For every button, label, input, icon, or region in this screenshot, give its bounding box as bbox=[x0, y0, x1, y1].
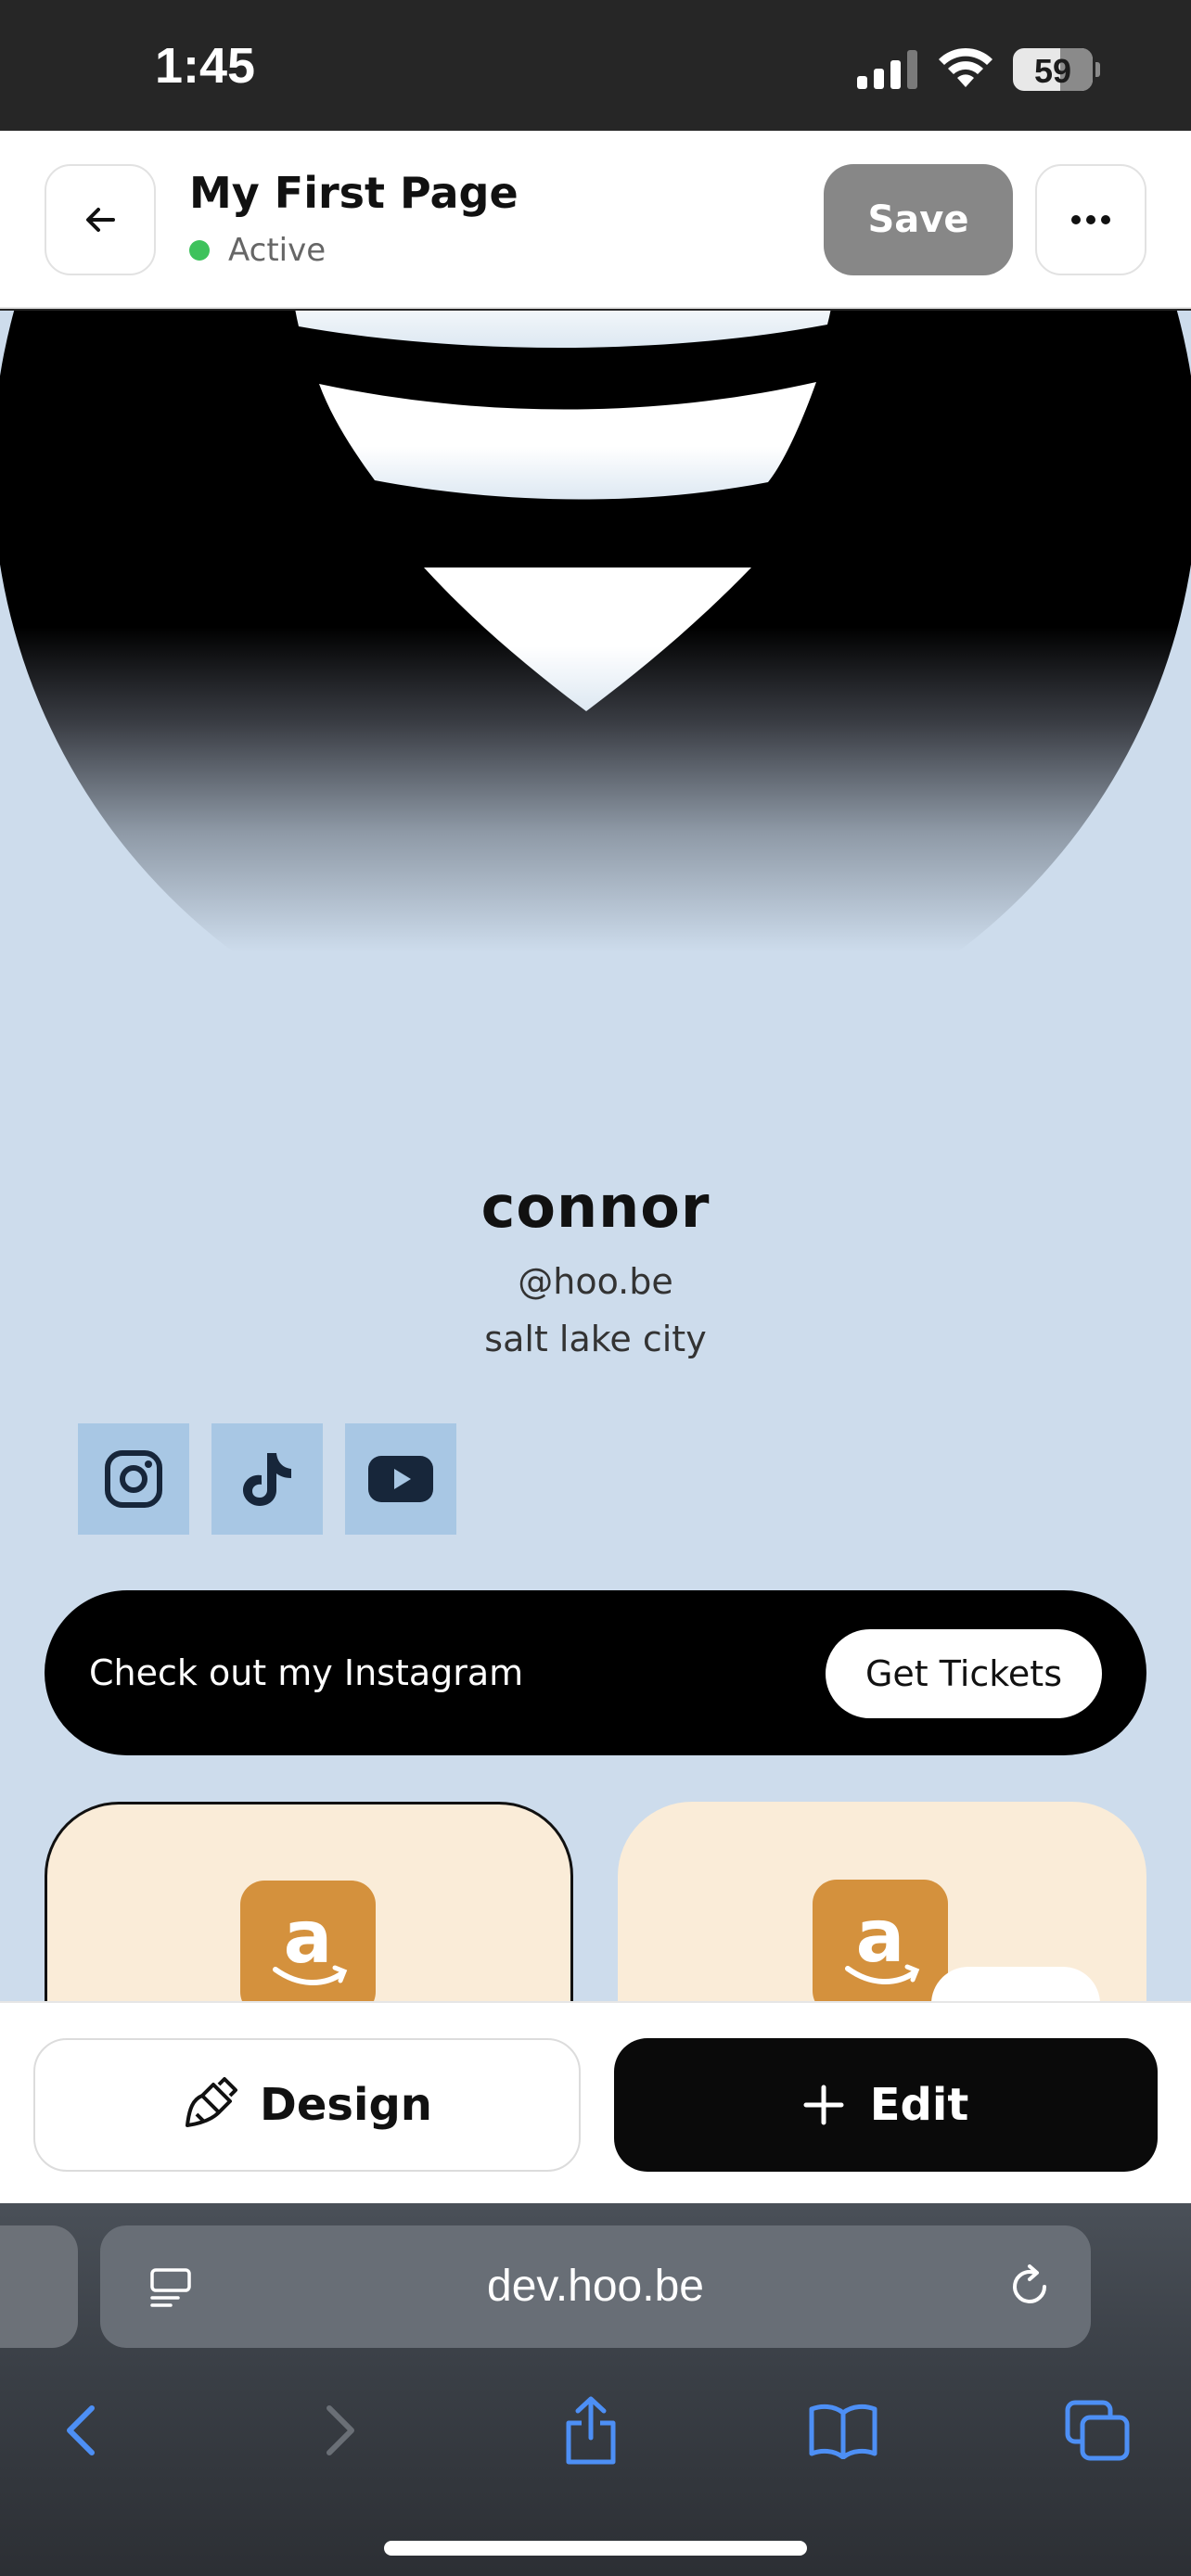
youtube-icon bbox=[368, 1456, 433, 1502]
profile-name: connor bbox=[480, 1173, 711, 1241]
back-nav-button[interactable] bbox=[30, 2379, 132, 2481]
browser-toolbar bbox=[0, 2379, 1191, 2481]
tabs-icon bbox=[1065, 2400, 1130, 2461]
edit-label: Edit bbox=[869, 2079, 969, 2131]
status-time: 1:45 bbox=[155, 38, 256, 94]
paintbrush-icon bbox=[186, 2077, 238, 2127]
forward-nav-button[interactable] bbox=[289, 2379, 391, 2481]
share-button[interactable] bbox=[540, 2379, 642, 2481]
page-title: My First Page bbox=[189, 168, 519, 218]
editor-action-bar: Design Edit bbox=[0, 2001, 1191, 2203]
bookmarks-button[interactable] bbox=[792, 2379, 894, 2481]
more-options-button[interactable] bbox=[1035, 164, 1146, 275]
reload-icon[interactable] bbox=[1005, 2263, 1054, 2311]
address-bar[interactable]: dev.hoo.be bbox=[100, 2225, 1091, 2348]
plus-icon bbox=[803, 2085, 844, 2125]
instagram-icon bbox=[105, 1450, 162, 1508]
link-button[interactable]: Check out my Instagram Get Tickets bbox=[45, 1590, 1146, 1755]
youtube-link[interactable] bbox=[345, 1423, 456, 1535]
product-action-pill[interactable] bbox=[931, 1967, 1100, 2001]
previous-tab[interactable] bbox=[0, 2225, 78, 2348]
amazon-icon: a bbox=[813, 1880, 948, 2001]
amazon-icon: a bbox=[240, 1881, 376, 2001]
ellipsis-icon bbox=[1071, 215, 1110, 224]
arrow-left-icon bbox=[86, 208, 115, 232]
book-icon bbox=[809, 2404, 877, 2459]
hoobe-logo-icon bbox=[295, 311, 831, 711]
edit-button[interactable]: Edit bbox=[614, 2038, 1158, 2172]
save-button[interactable]: Save bbox=[824, 164, 1013, 275]
instagram-link[interactable] bbox=[78, 1423, 189, 1535]
share-icon bbox=[566, 2396, 616, 2465]
profile-location: salt lake city bbox=[484, 1319, 707, 1359]
design-label: Design bbox=[260, 2079, 432, 2131]
profile-image bbox=[0, 311, 1191, 1073]
status-bar: 1:45 59 bbox=[0, 0, 1191, 131]
editor-header: My First Page Active Save bbox=[0, 131, 1191, 309]
profile-handle: @hoo.be bbox=[518, 1261, 673, 1302]
tabs-button[interactable] bbox=[1046, 2379, 1148, 2481]
get-tickets-button[interactable]: Get Tickets bbox=[826, 1629, 1102, 1718]
status-label: Active bbox=[228, 232, 327, 269]
chevron-left-icon bbox=[67, 2405, 95, 2455]
design-button[interactable]: Design bbox=[33, 2038, 581, 2172]
battery-percent: 59 bbox=[1033, 52, 1072, 90]
product-card[interactable]: a bbox=[45, 1802, 573, 2001]
page-preview: connor @hoo.be salt lake city Check out … bbox=[0, 311, 1191, 2001]
home-indicator bbox=[384, 2541, 807, 2556]
tiktok-icon bbox=[243, 1453, 291, 1506]
svg-text:a: a bbox=[856, 1896, 905, 1979]
url-text: dev.hoo.be bbox=[487, 2262, 704, 2311]
chevron-right-icon bbox=[327, 2405, 354, 2455]
social-links bbox=[78, 1423, 456, 1535]
wifi-icon bbox=[939, 47, 992, 87]
page-status: Active bbox=[189, 232, 326, 269]
svg-text:a: a bbox=[284, 1897, 333, 1980]
product-card[interactable]: a bbox=[618, 1802, 1146, 2001]
battery-icon: 59 bbox=[1013, 48, 1100, 91]
back-button[interactable] bbox=[45, 164, 156, 275]
cellular-signal-icon bbox=[857, 50, 917, 89]
link-title: Check out my Instagram bbox=[89, 1652, 524, 1693]
tiktok-link[interactable] bbox=[211, 1423, 323, 1535]
browser-chrome: dev.hoo.be bbox=[0, 2203, 1191, 2576]
status-dot bbox=[189, 240, 210, 261]
